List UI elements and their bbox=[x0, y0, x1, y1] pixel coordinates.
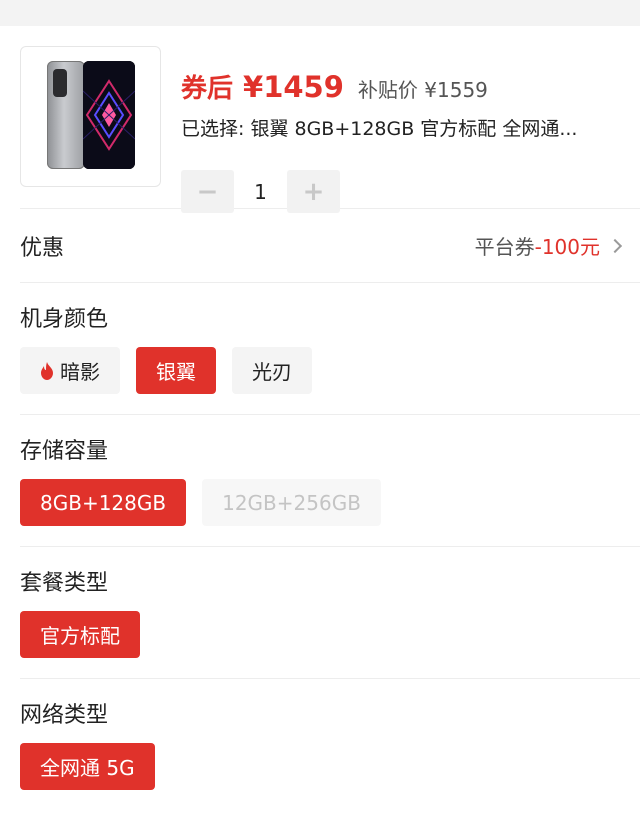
option-label: 官方标配 bbox=[40, 624, 120, 648]
package-options: 官方标配 bbox=[20, 611, 620, 658]
option-color-light-blade[interactable]: 光刃 bbox=[232, 347, 312, 394]
price-row: 券后 ¥1459 补贴价 ¥1559 bbox=[181, 68, 488, 105]
selected-summary: 已选择: 银翼 8GB+128GB 官方标配 全网通... bbox=[181, 118, 578, 140]
option-label: 全网通 5G bbox=[40, 756, 135, 780]
section-title-network: 网络类型 bbox=[20, 703, 109, 728]
flame-icon bbox=[41, 361, 53, 380]
option-color-silver-wing[interactable]: 银翼 bbox=[136, 347, 216, 394]
top-strip bbox=[0, 0, 640, 26]
chevron-right-icon bbox=[607, 238, 623, 253]
platform-coupon-text: 平台券 bbox=[474, 235, 535, 259]
section-title-storage: 存储容量 bbox=[20, 439, 109, 464]
quantity-stepper: − 1 + bbox=[181, 170, 340, 213]
coupon-row[interactable]: 优惠 平台券 -100元 bbox=[0, 209, 640, 282]
option-package-official[interactable]: 官方标配 bbox=[20, 611, 140, 658]
storage-options: 8GB+128GB 12GB+256GB bbox=[20, 479, 620, 526]
product-thumbnail[interactable] bbox=[20, 46, 161, 187]
price-prefix: 券后 bbox=[181, 74, 234, 104]
option-network-5g[interactable]: 全网通 5G bbox=[20, 743, 155, 790]
phone-screen-image bbox=[83, 61, 135, 169]
option-label: 12GB+256GB bbox=[222, 490, 361, 515]
option-storage-8-128[interactable]: 8GB+128GB bbox=[20, 479, 187, 526]
network-section: 网络类型 全网通 5G bbox=[0, 679, 640, 810]
product-header: 券后 ¥1459 补贴价 ¥1559 已选择: 银翼 8GB+128GB 官方标… bbox=[0, 26, 640, 213]
color-section: 机身颜色 暗影 银翼 光刃 bbox=[0, 283, 640, 414]
section-title-package: 套餐类型 bbox=[20, 571, 109, 596]
option-label: 光刃 bbox=[252, 360, 292, 384]
phone-back-image bbox=[47, 61, 85, 169]
decrease-button[interactable]: − bbox=[181, 170, 234, 213]
option-label: 暗影 bbox=[60, 360, 100, 384]
final-price: ¥1459 bbox=[243, 70, 344, 104]
increase-button[interactable]: + bbox=[287, 170, 340, 213]
package-section: 套餐类型 官方标配 bbox=[0, 547, 640, 678]
quantity-value[interactable]: 1 bbox=[234, 180, 287, 204]
coupon-label: 优惠 bbox=[20, 235, 65, 261]
coupon-amount: -100元 bbox=[534, 235, 600, 259]
network-options: 全网通 5G bbox=[20, 743, 620, 790]
section-title-color: 机身颜色 bbox=[20, 307, 109, 332]
subsidy-price: 补贴价 ¥1559 bbox=[357, 78, 488, 102]
option-color-shadow[interactable]: 暗影 bbox=[20, 347, 120, 394]
option-storage-12-256[interactable]: 12GB+256GB bbox=[202, 479, 381, 526]
coupon-value: 平台券 -100元 bbox=[474, 231, 623, 260]
storage-section: 存储容量 8GB+128GB 12GB+256GB bbox=[0, 415, 640, 546]
color-options: 暗影 银翼 光刃 bbox=[20, 347, 620, 394]
option-label: 银翼 bbox=[156, 360, 196, 384]
option-label: 8GB+128GB bbox=[40, 490, 167, 515]
